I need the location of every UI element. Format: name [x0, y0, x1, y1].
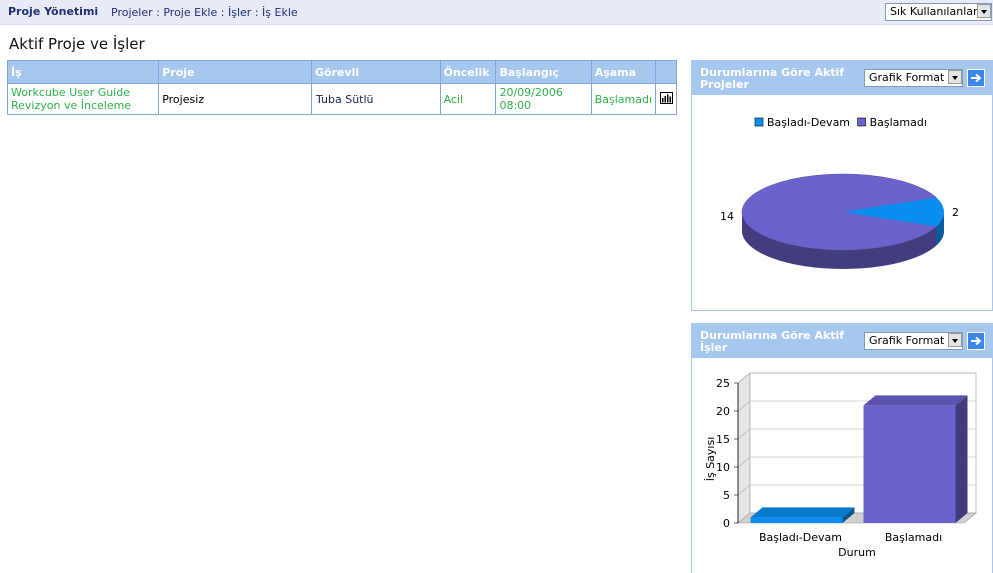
- chevron-down-icon[interactable]: [948, 333, 962, 347]
- legend-label: Başladı-Devam: [767, 116, 850, 129]
- top-bar: Proje Yönetimi Projeler : Proje Ekle : İ…: [0, 0, 993, 25]
- projects-status-panel: Durumlarına Göre Aktif Projeler Grafik F…: [691, 60, 993, 311]
- tasks-bar-chart: 0 5 10 15 20 25 Başladı-Devam Başlamadı Durum İş …: [704, 372, 977, 559]
- bar-1-front: [863, 405, 956, 523]
- crumb-sep: :: [254, 6, 259, 19]
- crumb-sep: :: [220, 6, 225, 19]
- y-tick-label: 25: [716, 377, 730, 390]
- projects-format-select[interactable]: Grafik Format: [864, 69, 963, 87]
- chevron-down-icon[interactable]: [948, 70, 962, 84]
- y-tick-label: 5: [723, 489, 730, 502]
- x-tick-label: Başlamadı: [885, 531, 942, 544]
- legend-label: Başlamadı: [870, 116, 927, 129]
- crumb-isler[interactable]: İşler: [228, 6, 251, 19]
- module-title: Proje Yönetimi: [8, 5, 99, 18]
- task-name-cell[interactable]: Workcube User Guide Revizyon ve İnceleme: [6, 83, 160, 115]
- col-header-oncelik: Öncelik: [439, 60, 497, 84]
- bar-chart-icon[interactable]: [659, 91, 673, 104]
- bar-1-side: [955, 395, 968, 523]
- y-tick-label: 15: [716, 433, 730, 446]
- tasks-panel-header: Durumlarına Göre Aktif İşler Grafik Form…: [692, 324, 992, 358]
- tasks-panel-title: Durumlarına Göre Aktif İşler: [700, 329, 845, 354]
- arrow-right-icon: [971, 336, 982, 346]
- bar-0-front: [750, 517, 843, 523]
- legend-swatch: [857, 117, 866, 127]
- y-tick-label: 0: [723, 517, 730, 530]
- crumb-proje-ekle[interactable]: Proje Ekle: [163, 6, 217, 19]
- projects-go-button[interactable]: [967, 69, 985, 87]
- y-tick-label: 20: [716, 405, 730, 418]
- tasks-format-select[interactable]: Grafik Format: [864, 332, 963, 350]
- x-axis-label: Durum: [838, 546, 876, 559]
- table-header-row: İş Proje Görevli Öncelik Başlangıç Aşama: [6, 60, 677, 84]
- bar-1-top: [863, 395, 968, 406]
- pie-label-baslamadi: 14: [720, 210, 734, 223]
- breadcrumb: Projeler : Proje Ekle : İşler : İş Ekle: [111, 6, 298, 19]
- col-header-asama: Aşama: [590, 60, 657, 84]
- tasks-go-button[interactable]: [967, 332, 985, 350]
- page-title: Aktif Proje ve İşler: [9, 35, 145, 53]
- quick-links-select[interactable]: Sık Kullanılanlar: [885, 3, 992, 21]
- crumb-projeler[interactable]: Projeler: [111, 6, 153, 19]
- col-header-proje: Proje: [158, 60, 312, 84]
- projects-pie-chart: Başladı-Devam Başlamadı 2 14: [720, 116, 959, 269]
- quick-links-value: Sık Kullanılanlar: [890, 5, 978, 18]
- crumb-is-ekle[interactable]: İş Ekle: [262, 6, 298, 19]
- task-name-line1[interactable]: Workcube User Guide: [11, 86, 155, 99]
- table-row: Workcube User Guide Revizyon ve İnceleme…: [6, 83, 677, 115]
- y-axis-label: İş Sayısı: [704, 437, 717, 482]
- chevron-down-icon[interactable]: [977, 4, 991, 18]
- chart-icon-cell[interactable]: [655, 83, 677, 115]
- col-header-is: İş: [6, 60, 160, 84]
- project-cell: Projesiz: [158, 83, 312, 115]
- stage-cell: Başlamadı: [590, 83, 657, 115]
- bar-0-top: [750, 507, 855, 518]
- bar-chart-side-wall: [737, 372, 751, 524]
- arrow-right-icon: [971, 73, 982, 83]
- col-header-icon: [655, 60, 677, 84]
- y-tick-label: 10: [716, 461, 730, 474]
- projects-panel-header: Durumlarına Göre Aktif Projeler Grafik F…: [692, 61, 992, 95]
- tasks-format-value: Grafik Format: [869, 334, 945, 347]
- legend-swatch: [754, 117, 764, 127]
- projects-panel-title: Durumlarına Göre Aktif Projeler: [700, 66, 845, 91]
- start-date-cell: 20/09/2006 08:00: [495, 83, 592, 115]
- col-header-gorevli: Görevli: [310, 60, 441, 84]
- tasks-status-panel: Durumlarına Göre Aktif İşler Grafik Form…: [691, 323, 993, 573]
- crumb-sep: :: [156, 6, 160, 19]
- task-name-line2[interactable]: Revizyon ve İnceleme: [11, 99, 155, 112]
- assignee-cell[interactable]: Tuba Sütlü: [310, 83, 441, 115]
- priority-cell: Acil: [439, 83, 497, 115]
- tasks-table: İş Proje Görevli Öncelik Başlangıç Aşama…: [6, 60, 677, 115]
- x-tick-label: Başladı-Devam: [759, 531, 842, 544]
- col-header-baslangic: Başlangıç: [495, 60, 592, 84]
- projects-format-value: Grafik Format: [869, 71, 945, 84]
- pie-label-basladi-devam: 2: [952, 206, 959, 219]
